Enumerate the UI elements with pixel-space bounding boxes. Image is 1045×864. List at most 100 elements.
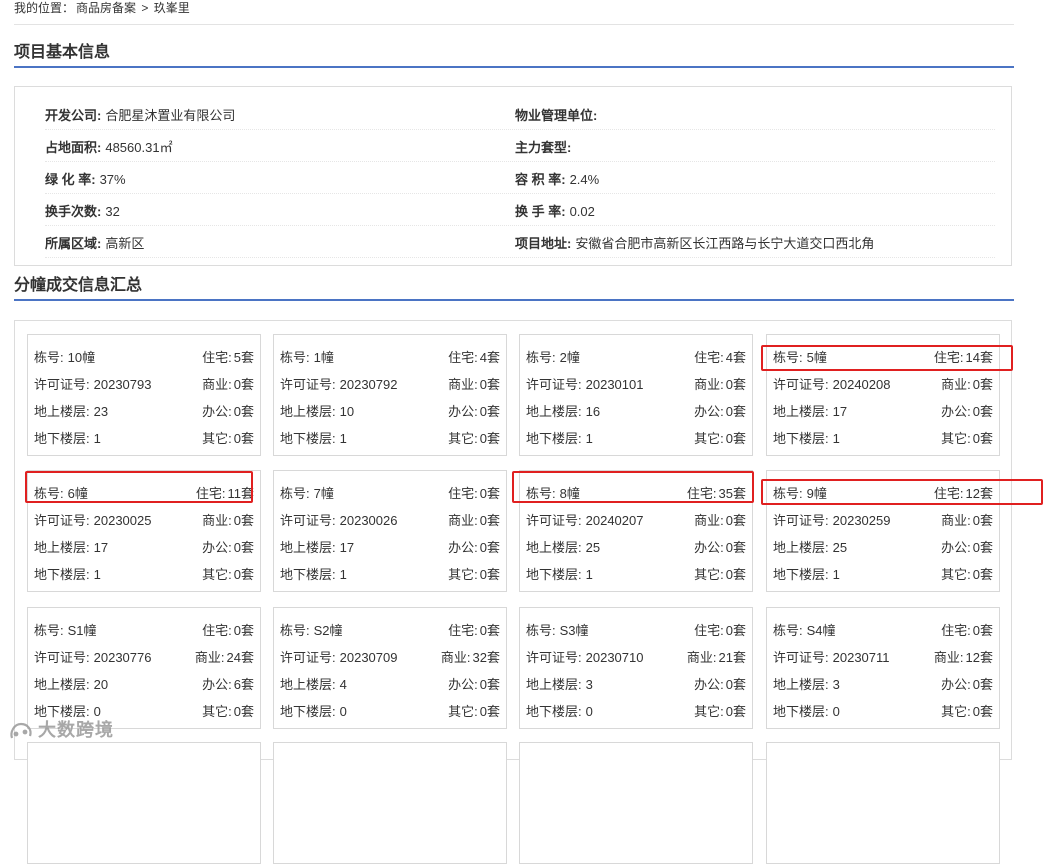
building-field-label: 地上楼层: — [773, 677, 829, 692]
building-field-other: 其它: 0套 — [202, 428, 254, 447]
building-field-permit: 许可证号: 20230792 — [280, 374, 397, 393]
info-cell-right-value: 2.4% — [569, 172, 600, 187]
building-field-permit: 许可证号: 20240207 — [526, 510, 643, 529]
building-card[interactable]: 栋号: 6幢 住宅: 11套 许可证号: 20230025 商业: 0套 地上楼层: 17 办公: 0… — [27, 470, 261, 592]
info-cell-left: 换手次数: 32 — [45, 201, 120, 220]
building-field-value: 4套 — [725, 350, 746, 365]
building-field-above: 地上楼层: 25 — [526, 537, 600, 556]
building-field-office: 办公: 0套 — [941, 537, 993, 556]
building-field-value: 0套 — [233, 540, 254, 555]
building-field-value: 21套 — [718, 650, 746, 665]
building-card[interactable]: 栋号: 2幢 住宅: 4套 许可证号: 20230101 商业: 0套 地上楼层: 16 办公: 0套… — [519, 334, 753, 456]
building-field-building: 栋号: 1幢 — [280, 347, 334, 366]
building-field-value: 17 — [339, 540, 355, 555]
building-field-value: 11套 — [227, 486, 255, 501]
building-field-value: 32套 — [472, 650, 500, 665]
building-field-value: 6幢 — [67, 486, 88, 501]
building-field-value: 0套 — [233, 431, 254, 446]
building-field-other: 其它: 0套 — [202, 564, 254, 583]
building-card-row: 地上楼层: 3 办公: 0套 — [773, 672, 993, 692]
building-card[interactable]: 栋号: 5幢 住宅: 14套 许可证号: 20240208 商业: 0套 地上楼层: 17 办公: 0… — [766, 334, 1000, 456]
building-card[interactable]: 栋号: 7幢 住宅: 0套 许可证号: 20230026 商业: 0套 地上楼层: 17 办公: 0套… — [273, 470, 507, 592]
building-field-label: 地下楼层: — [280, 431, 336, 446]
building-field-value: 4 — [339, 677, 347, 692]
building-card-partial[interactable] — [519, 742, 753, 864]
building-field-value: 0套 — [972, 377, 993, 392]
building-card[interactable]: 栋号: 1幢 住宅: 4套 许可证号: 20230792 商业: 0套 地上楼层: 10 办公: 0套… — [273, 334, 507, 456]
building-card[interactable]: 栋号: S4幢 住宅: 0套 许可证号: 20230711 商业: 12套 地上楼层: 3 办公: 0… — [766, 607, 1000, 729]
info-cell-right-label: 主力套型: — [515, 140, 572, 155]
building-card-row: 栋号: 6幢 住宅: 11套 — [34, 481, 254, 501]
building-card[interactable]: 栋号: 10幢 住宅: 5套 许可证号: 20230793 商业: 0套 地上楼层: 23 办公: 0… — [27, 334, 261, 456]
building-field-value: 25 — [585, 540, 601, 555]
building-card-row: 许可证号: 20240208 商业: 0套 — [773, 372, 993, 392]
building-field-residential: 住宅: 5套 — [202, 347, 254, 366]
building-field-value: 0套 — [725, 540, 746, 555]
building-field-commercial: 商业: 24套 — [195, 647, 254, 666]
building-card-row: 地上楼层: 4 办公: 0套 — [280, 672, 500, 692]
building-field-label: 栋号: — [280, 486, 310, 501]
building-field-label: 地下楼层: — [34, 431, 90, 446]
building-field-value: 20240208 — [832, 377, 891, 392]
building-field-label: 住宅: — [448, 486, 478, 501]
building-field-building: 栋号: S2幢 — [280, 620, 343, 639]
building-card[interactable]: 栋号: S1幢 住宅: 0套 许可证号: 20230776 商业: 24套 地上楼层: 20 办公:… — [27, 607, 261, 729]
building-field-permit: 许可证号: 20230710 — [526, 647, 643, 666]
building-field-office: 办公: 0套 — [694, 674, 746, 693]
building-field-building: 栋号: 2幢 — [526, 347, 580, 366]
building-field-permit: 许可证号: 20230025 — [34, 510, 151, 529]
building-field-label: 办公: — [941, 540, 971, 555]
building-field-label: 办公: — [202, 540, 232, 555]
building-field-label: 住宅: — [202, 350, 232, 365]
building-field-value: 16 — [585, 404, 601, 419]
building-field-office: 办公: 0套 — [941, 674, 993, 693]
building-card[interactable]: 栋号: S3幢 住宅: 0套 许可证号: 20230710 商业: 21套 地上楼层: 3 办公: 0… — [519, 607, 753, 729]
building-field-other: 其它: 0套 — [941, 701, 993, 720]
building-field-label: 栋号: — [773, 350, 803, 365]
info-cell-left: 占地面积: 48560.31㎡ — [45, 137, 173, 156]
building-card[interactable]: 栋号: 8幢 住宅: 35套 许可证号: 20240207 商业: 0套 地上楼层: 25 办公: 0… — [519, 470, 753, 592]
building-field-value: 1 — [93, 567, 101, 582]
building-card-row: 地上楼层: 16 办公: 0套 — [526, 399, 746, 419]
building-field-value: 1 — [832, 567, 840, 582]
building-field-label: 地下楼层: — [280, 567, 336, 582]
building-field-value: 0套 — [725, 404, 746, 419]
building-field-value: 0套 — [479, 431, 500, 446]
building-field-commercial: 商业: 0套 — [694, 510, 746, 529]
building-field-label: 地下楼层: — [773, 704, 829, 719]
info-cell-left-label: 所属区域: — [45, 236, 102, 251]
building-card[interactable]: 栋号: S2幢 住宅: 0套 许可证号: 20230709 商业: 32套 地上楼层: 4 办公: 0… — [273, 607, 507, 729]
building-field-value: 20230026 — [339, 513, 398, 528]
building-card-row: 地下楼层: 1 其它: 0套 — [773, 562, 993, 582]
building-field-above: 地上楼层: 23 — [34, 401, 108, 420]
building-field-label: 许可证号: — [34, 650, 90, 665]
building-field-value: 20240207 — [585, 513, 644, 528]
building-field-label: 地上楼层: — [280, 540, 336, 555]
building-field-permit: 许可证号: 20230776 — [34, 647, 151, 666]
building-field-value: 0套 — [725, 677, 746, 692]
building-card-partial[interactable] — [273, 742, 507, 864]
building-field-label: 地下楼层: — [526, 704, 582, 719]
building-field-office: 办公: 0套 — [941, 401, 993, 420]
building-card-row: 地上楼层: 25 办公: 0套 — [773, 535, 993, 555]
building-card-row: 许可证号: 20230710 商业: 21套 — [526, 645, 746, 665]
building-field-above: 地上楼层: 20 — [34, 674, 108, 693]
building-field-label: 商业: — [694, 513, 724, 528]
breadcrumb-level1[interactable]: 商品房备案 — [76, 1, 136, 15]
building-card[interactable]: 栋号: 9幢 住宅: 12套 许可证号: 20230259 商业: 0套 地上楼层: 25 办公: 0… — [766, 470, 1000, 592]
building-card-row: 许可证号: 20230101 商业: 0套 — [526, 372, 746, 392]
building-field-label: 地上楼层: — [773, 540, 829, 555]
building-card-partial[interactable] — [766, 742, 1000, 864]
building-card-row: 栋号: 2幢 住宅: 4套 — [526, 345, 746, 365]
building-field-residential: 住宅: 12套 — [934, 483, 993, 502]
building-field-value: 0套 — [972, 704, 993, 719]
building-field-permit: 许可证号: 20240208 — [773, 374, 890, 393]
building-field-label: 地上楼层: — [526, 677, 582, 692]
building-field-value: 20230025 — [93, 513, 152, 528]
building-field-below: 地下楼层: 1 — [280, 428, 347, 447]
building-field-value: 8幢 — [559, 486, 580, 501]
building-field-building: 栋号: 5幢 — [773, 347, 827, 366]
building-field-value: 0套 — [479, 404, 500, 419]
building-field-value: 20230776 — [93, 650, 152, 665]
building-card-partial[interactable] — [27, 742, 261, 864]
